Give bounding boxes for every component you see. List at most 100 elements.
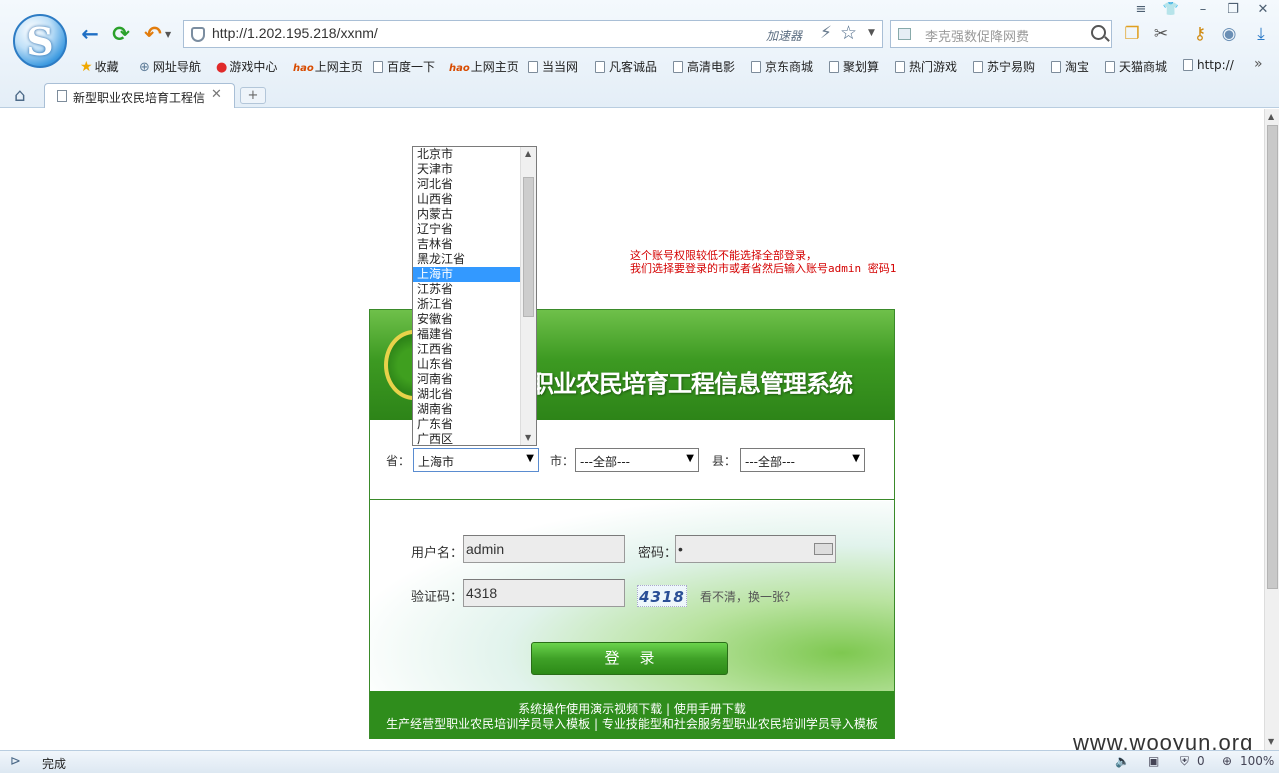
bookmark-baidu[interactable]: 百度一下 bbox=[373, 58, 435, 75]
chevron-down-icon[interactable]: ▼ bbox=[686, 453, 694, 464]
province-option[interactable]: 山西省 bbox=[413, 192, 520, 207]
zoom-level[interactable]: 100% bbox=[1240, 754, 1274, 768]
province-option[interactable]: 福建省 bbox=[413, 327, 520, 342]
status-text: 完成 bbox=[42, 757, 67, 771]
username-value: admin bbox=[466, 541, 505, 557]
search-placeholder[interactable]: 李克强数促降网费 bbox=[925, 26, 1029, 45]
province-option[interactable]: 江西省 bbox=[413, 342, 520, 357]
back-icon[interactable]: ← bbox=[78, 21, 102, 47]
province-dropdown-list[interactable]: 北京市 天津市 河北省 山西省 内蒙古 辽宁省 吉林省 黑龙江省 上海市 江苏省 浙江省 安徽省 福建省… bbox=[412, 146, 537, 446]
watermark: www.wooyun.org bbox=[1073, 730, 1254, 750]
minimize-icon[interactable]: – bbox=[1192, 1, 1214, 19]
address-bar[interactable]: http://1.202.195.218/xxnm/ 加速器 ⚡ ☆ ▼ bbox=[183, 20, 883, 48]
captcha-refresh-link[interactable]: 看不清，换一张？ bbox=[700, 588, 796, 605]
clipboard-icon[interactable]: ❐ bbox=[1122, 24, 1142, 44]
chevron-down-icon[interactable]: ▼ bbox=[525, 433, 531, 442]
province-option[interactable]: 江苏省 bbox=[413, 282, 520, 297]
bookmark-vancl[interactable]: 凡客诚品 bbox=[595, 58, 657, 75]
chevron-down-icon[interactable]: ▼ bbox=[852, 453, 860, 464]
bookmark-taobao[interactable]: 淘宝 bbox=[1051, 58, 1089, 75]
close-icon[interactable]: ✕ bbox=[211, 87, 222, 102]
new-tab-button[interactable]: + bbox=[240, 87, 266, 104]
bookmark-jd[interactable]: 京东商城 bbox=[751, 58, 813, 75]
chevron-up-icon[interactable]: ▲ bbox=[525, 149, 531, 158]
shield-icon[interactable]: ⛨ bbox=[1180, 754, 1189, 769]
favorite-star-icon[interactable]: ☆ bbox=[840, 22, 857, 44]
city-select[interactable]: ---全部--- ▼ bbox=[575, 448, 699, 472]
keyboard-icon[interactable] bbox=[814, 543, 833, 555]
scroll-thumb[interactable] bbox=[523, 177, 534, 317]
province-option[interactable]: 黑龙江省 bbox=[413, 252, 520, 267]
search-engine-icon[interactable] bbox=[898, 28, 911, 40]
province-option[interactable]: 河北省 bbox=[413, 177, 520, 192]
username-label: 用户名： bbox=[411, 546, 464, 561]
bookmark-home-2[interactable]: hao上网主页 bbox=[449, 58, 519, 75]
province-option[interactable]: 广西区 bbox=[413, 432, 520, 445]
province-option[interactable]: 湖北省 bbox=[413, 387, 520, 402]
page-scrollbar[interactable]: ▲ ▼ bbox=[1264, 109, 1279, 750]
skin-icon[interactable]: 👕 bbox=[1160, 1, 1182, 19]
bookmark-game-center[interactable]: ● 游戏中心 bbox=[216, 58, 277, 75]
province-option[interactable]: 天津市 bbox=[413, 162, 520, 177]
chevron-down-icon[interactable]: ▼ bbox=[868, 28, 875, 38]
zoom-icon[interactable]: ⊕ bbox=[1222, 754, 1232, 768]
screen-icon[interactable]: ▣ bbox=[1148, 754, 1159, 768]
chevron-up-icon[interactable]: ▲ bbox=[1268, 112, 1274, 121]
close-icon[interactable]: ✕ bbox=[1252, 1, 1274, 19]
province-select[interactable]: 上海市 ▼ bbox=[413, 448, 539, 472]
restore-icon[interactable]: ❐ bbox=[1222, 1, 1244, 19]
bookmark-favorites[interactable]: ★ 收藏 bbox=[80, 58, 119, 75]
chat-icon[interactable]: ◉ bbox=[1219, 24, 1239, 44]
search-icon[interactable] bbox=[1091, 25, 1106, 40]
chevron-down-icon[interactable]: ▼ bbox=[1268, 737, 1274, 746]
sidebar-toggle-icon[interactable]: ⊳ bbox=[10, 754, 21, 769]
chevron-right-icon[interactable]: » bbox=[1254, 56, 1263, 72]
refresh-icon[interactable]: ⟳ bbox=[109, 21, 133, 47]
undo-icon[interactable]: ↶ bbox=[141, 21, 165, 47]
captcha-input[interactable]: 4318 bbox=[463, 579, 625, 607]
url-text[interactable]: http://1.202.195.218/xxnm/ bbox=[212, 25, 378, 41]
login-button[interactable]: 登录 bbox=[531, 642, 728, 675]
captcha-image[interactable]: 4318 bbox=[637, 585, 687, 607]
speaker-icon[interactable]: 🔈 bbox=[1115, 754, 1130, 768]
bookmark-dangdang[interactable]: 当当网 bbox=[528, 58, 578, 75]
footer-line-2[interactable]: 生产经营型职业农民培训学员导入模板 | 专业技能型和社会服务型职业农民培训学员导… bbox=[370, 715, 894, 732]
province-option[interactable]: 安徽省 bbox=[413, 312, 520, 327]
chevron-down-icon[interactable]: ▼ bbox=[526, 453, 534, 464]
download-icon[interactable]: ⤓ bbox=[1251, 24, 1271, 44]
password-input[interactable]: • bbox=[675, 535, 836, 563]
province-option[interactable]: 浙江省 bbox=[413, 297, 520, 312]
province-option[interactable]: 内蒙古 bbox=[413, 207, 520, 222]
menu-icon[interactable]: ≡ bbox=[1130, 1, 1152, 19]
province-option[interactable]: 上海市 bbox=[413, 267, 520, 282]
scroll-thumb[interactable] bbox=[1267, 125, 1278, 589]
bookmark-hot-games[interactable]: 热门游戏 bbox=[895, 58, 957, 75]
dropdown-scrollbar[interactable]: ▲ ▼ bbox=[520, 147, 536, 445]
province-option[interactable]: 北京市 bbox=[413, 147, 520, 162]
bookmark-http[interactable]: http:// bbox=[1183, 58, 1234, 72]
province-option[interactable]: 吉林省 bbox=[413, 237, 520, 252]
bookmark-movies[interactable]: 高清电影 bbox=[673, 58, 735, 75]
bookmark-home[interactable]: hao上网主页 bbox=[293, 58, 363, 75]
password-label: 密码： bbox=[638, 546, 678, 561]
tab-active[interactable]: 新型职业农民培育工程信 ✕ bbox=[44, 83, 235, 108]
scissors-icon[interactable]: ✂ bbox=[1151, 24, 1171, 44]
bolt-icon[interactable]: ⚡ bbox=[820, 23, 832, 43]
county-select[interactable]: ---全部--- ▼ bbox=[740, 448, 865, 472]
search-box[interactable]: 李克强数促降网费 bbox=[890, 20, 1112, 48]
accelerator-label[interactable]: 加速器 bbox=[766, 27, 802, 44]
province-option[interactable]: 河南省 bbox=[413, 372, 520, 387]
province-option[interactable]: 山东省 bbox=[413, 357, 520, 372]
bookmark-juhuasuan[interactable]: 聚划算 bbox=[829, 58, 879, 75]
username-input[interactable]: admin bbox=[463, 535, 625, 563]
bookmark-suning[interactable]: 苏宁易购 bbox=[973, 58, 1035, 75]
province-option[interactable]: 湖南省 bbox=[413, 402, 520, 417]
province-option[interactable]: 辽宁省 bbox=[413, 222, 520, 237]
tab-title[interactable]: 新型职业农民培育工程信 bbox=[73, 89, 205, 106]
bookmark-nav[interactable]: ⊕ 网址导航 bbox=[139, 58, 201, 75]
home-icon[interactable]: ⌂ bbox=[14, 85, 25, 106]
chevron-down-icon[interactable]: ▼ bbox=[165, 30, 171, 39]
bookmark-tmall[interactable]: 天猫商城 bbox=[1105, 58, 1167, 75]
province-option[interactable]: 广东省 bbox=[413, 417, 520, 432]
key-icon[interactable]: ⚷ bbox=[1190, 24, 1210, 44]
